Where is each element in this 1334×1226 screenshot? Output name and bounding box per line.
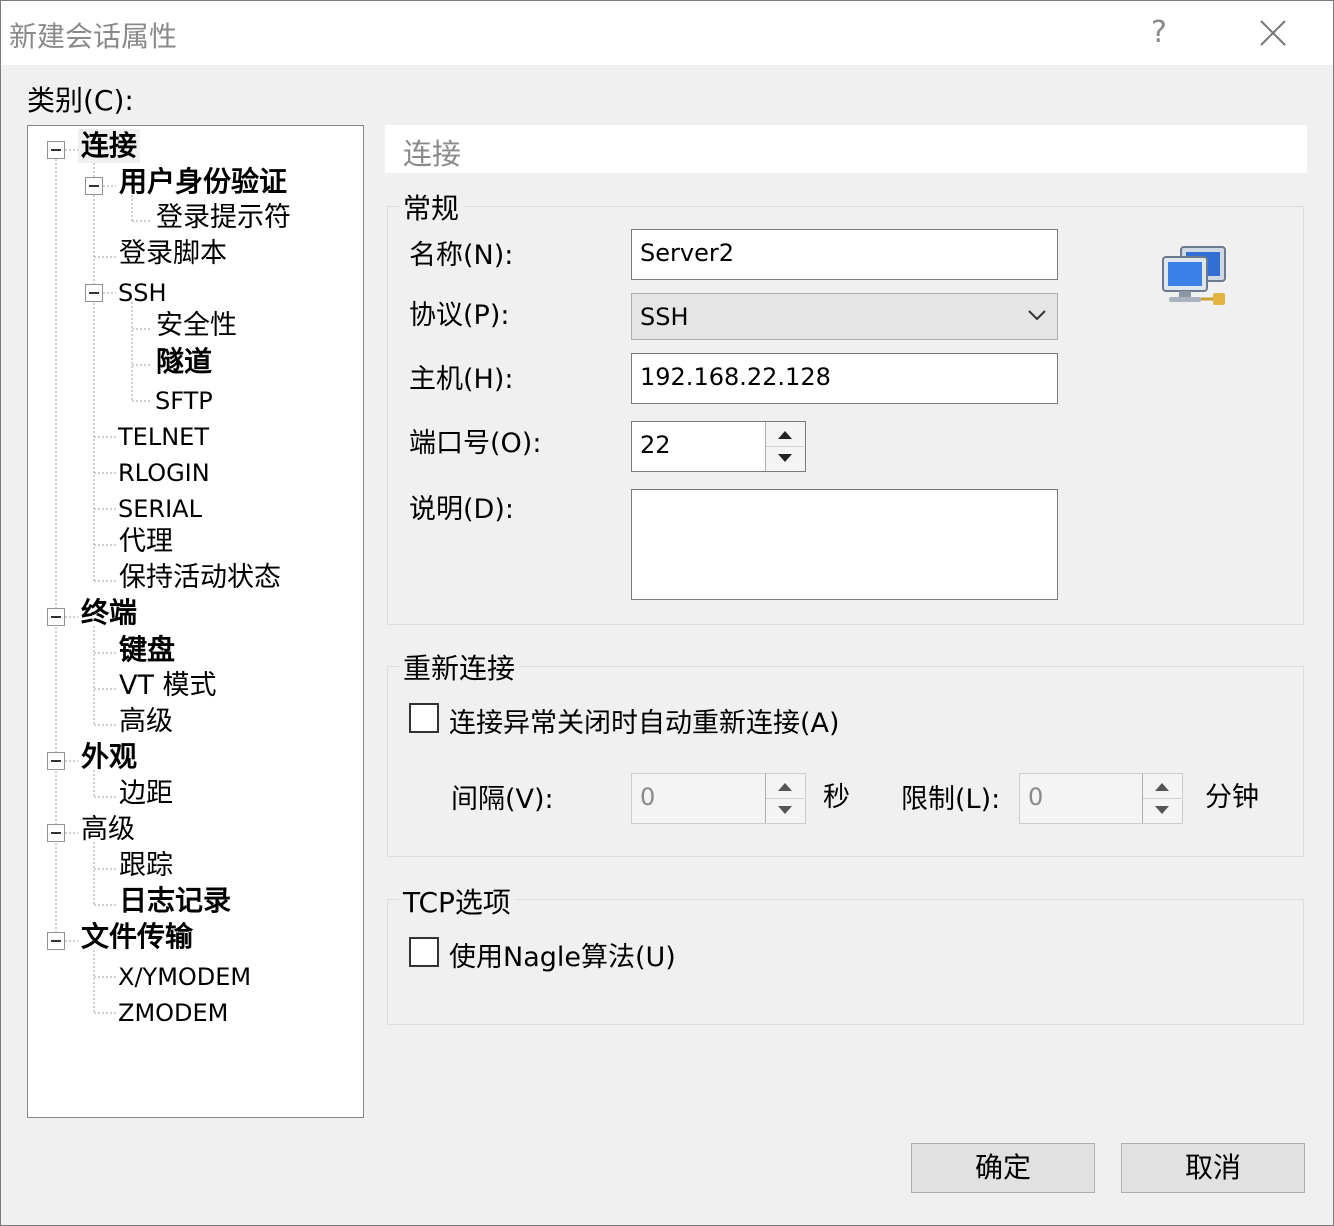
tree-item-keepalive[interactable]: 保持活动状态: [119, 561, 281, 595]
tree-item-security[interactable]: 安全性: [156, 309, 237, 343]
tree-item-login-script[interactable]: 登录脚本: [119, 237, 227, 271]
port-decrement-button[interactable]: [766, 447, 804, 472]
tree-item-tunnel[interactable]: 隧道: [156, 345, 212, 379]
window-title: 新建会话属性: [9, 20, 178, 53]
auto-reconnect-label[interactable]: 连接异常关闭时自动重新连接(A): [449, 701, 840, 740]
interval-decrement-button[interactable]: [766, 799, 804, 824]
tree-item-telnet[interactable]: TELNET: [118, 420, 209, 454]
protocol-select-value: SSH: [640, 303, 689, 331]
tree-item-xymodem[interactable]: X/YMODEM: [118, 960, 251, 994]
dialog-window: 新建会话属性 ? 类别(C): 连接 用户身份验证 登录提示符 登录脚本 SSH…: [0, 0, 1334, 1226]
port-spinner[interactable]: 22: [631, 421, 806, 472]
limit-value: 0: [1028, 783, 1044, 811]
triangle-up-icon: [1155, 783, 1169, 791]
port-spinner-buttons: [765, 422, 805, 471]
section-header-title: 连接: [403, 137, 462, 171]
port-increment-button[interactable]: [766, 422, 804, 447]
nagle-label[interactable]: 使用Nagle算法(U): [449, 935, 676, 974]
triangle-up-icon: [778, 783, 792, 791]
close-icon: [1260, 20, 1286, 46]
port-value: 22: [640, 431, 671, 459]
title-bar: 新建会话属性 ?: [1, 1, 1333, 65]
tree-expander-advanced[interactable]: [47, 824, 65, 842]
network-computers-icon: [1162, 246, 1226, 305]
tree-expander-terminal[interactable]: [47, 608, 65, 626]
general-group-title: 常规: [399, 187, 464, 227]
minutes-unit: 分钟: [1205, 782, 1259, 813]
cancel-button[interactable]: 取消: [1121, 1143, 1305, 1193]
tree-expander-connection[interactable]: [47, 141, 65, 159]
tree-item-margins[interactable]: 边距: [119, 777, 173, 811]
tree-item-vt-mode[interactable]: VT 模式: [119, 669, 217, 703]
host-input[interactable]: 192.168.22.128: [631, 353, 1058, 404]
tree-item-file-transfer[interactable]: 文件传输: [81, 920, 193, 954]
interval-spinner[interactable]: 0: [631, 773, 806, 824]
triangle-down-icon: [778, 453, 792, 462]
tree-item-terminal-advanced[interactable]: 高级: [119, 705, 173, 739]
limit-spinner[interactable]: 0: [1019, 773, 1183, 824]
tree-item-sftp[interactable]: SFTP: [155, 384, 213, 418]
tree-item-advanced[interactable]: 高级: [81, 813, 135, 847]
tree-item-login-prompt[interactable]: 登录提示符: [156, 201, 291, 235]
auto-reconnect-checkbox[interactable]: [409, 703, 439, 733]
limit-spinner-buttons: [1142, 774, 1182, 823]
seconds-unit: 秒: [823, 782, 850, 813]
triangle-down-icon: [1155, 805, 1169, 814]
tree-item-auth[interactable]: 用户身份验证: [119, 165, 287, 199]
host-label: 主机(H):: [409, 364, 514, 395]
section-header: 连接: [385, 125, 1307, 173]
triangle-down-icon: [778, 805, 792, 814]
interval-spinner-buttons: [765, 774, 805, 823]
protocol-select[interactable]: SSH: [631, 293, 1058, 340]
triangle-up-icon: [778, 431, 792, 439]
chevron-down-icon: [1028, 310, 1046, 321]
nagle-checkbox[interactable]: [409, 937, 439, 967]
reconnect-group-title: 重新连接: [399, 647, 520, 687]
tcp-group-title: TCP选项: [399, 881, 515, 921]
interval-value: 0: [640, 783, 656, 811]
tree-expander-appearance[interactable]: [47, 752, 65, 770]
close-button[interactable]: [1251, 11, 1295, 55]
description-textarea[interactable]: [631, 489, 1058, 600]
tree-item-terminal[interactable]: 终端: [81, 596, 137, 630]
tree-expander-auth[interactable]: [85, 177, 103, 195]
tree-item-keyboard[interactable]: 键盘: [119, 633, 175, 667]
tree-item-appearance[interactable]: 外观: [81, 740, 137, 774]
description-label: 说明(D):: [409, 494, 514, 525]
category-label: 类别(C):: [27, 84, 134, 117]
interval-label: 间隔(V):: [451, 784, 554, 815]
tree-item-ssh[interactable]: SSH: [118, 276, 167, 310]
limit-increment-button[interactable]: [1143, 774, 1181, 799]
tree-item-serial[interactable]: SERIAL: [118, 492, 202, 526]
tree-item-proxy[interactable]: 代理: [119, 525, 173, 559]
protocol-label: 协议(P):: [409, 300, 510, 331]
port-label: 端口号(O):: [409, 428, 542, 459]
tree-item-zmodem[interactable]: ZMODEM: [118, 996, 228, 1030]
tree-expander-file-transfer[interactable]: [47, 932, 65, 950]
interval-increment-button[interactable]: [766, 774, 804, 799]
limit-decrement-button[interactable]: [1143, 799, 1181, 824]
name-label: 名称(N):: [409, 240, 514, 271]
tree-item-rlogin[interactable]: RLOGIN: [118, 456, 210, 490]
tree-item-logging[interactable]: 日志记录: [119, 884, 231, 918]
tree-item-connection[interactable]: 连接: [78, 129, 141, 163]
name-input[interactable]: Server2: [631, 229, 1058, 280]
tree-item-trace[interactable]: 跟踪: [119, 849, 173, 883]
tree-expander-ssh[interactable]: [85, 284, 103, 302]
ok-button[interactable]: 确定: [911, 1143, 1095, 1193]
help-button[interactable]: ?: [1139, 9, 1179, 57]
reconnect-group: [387, 666, 1304, 857]
limit-label: 限制(L):: [901, 784, 1001, 815]
category-tree[interactable]: 连接 用户身份验证 登录提示符 登录脚本 SSH 安全性 隧道 SFTP TEL…: [27, 125, 364, 1118]
